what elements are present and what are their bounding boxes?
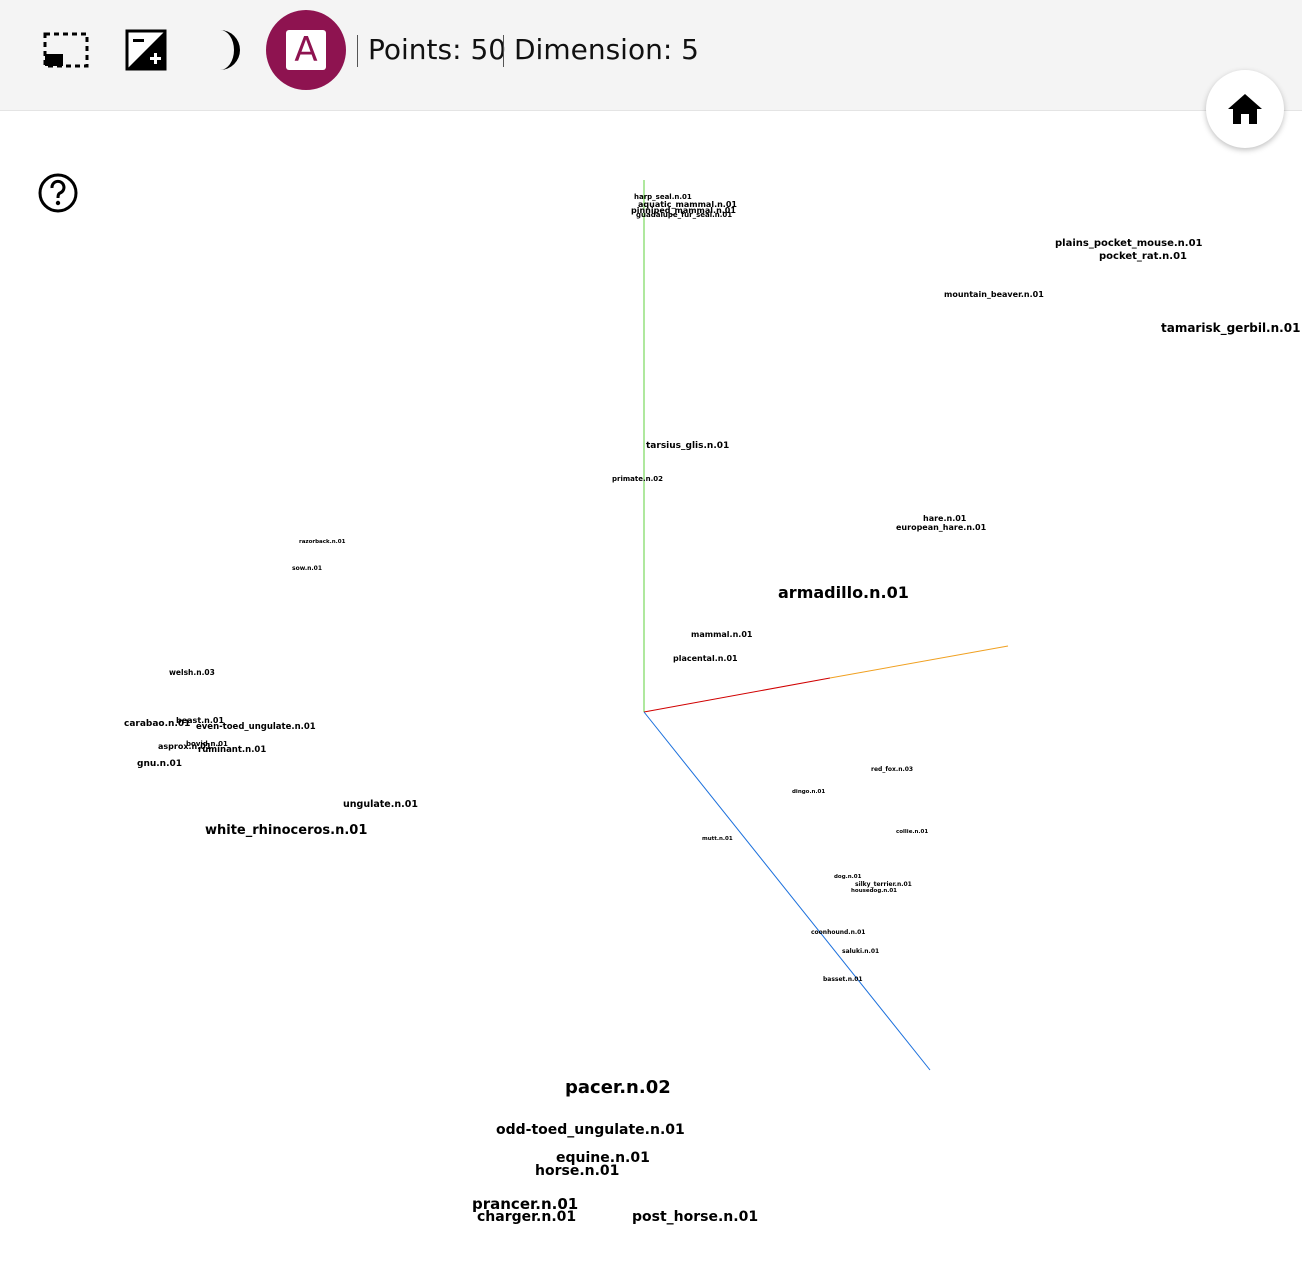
point-label[interactable]: pacer.n.02 <box>565 1077 671 1098</box>
point-label[interactable]: primate.n.02 <box>612 475 663 483</box>
point-label[interactable]: ruminant.n.01 <box>198 745 266 755</box>
point-label[interactable]: gnu.n.01 <box>137 759 182 769</box>
help-circle-icon <box>38 173 78 213</box>
point-label[interactable]: dog.n.01 <box>834 874 862 880</box>
point-label[interactable]: carabao.n.01 <box>124 719 190 729</box>
embedding-plot[interactable]: harp_seal.n.01aquatic_mammal.n.01pinnipe… <box>0 0 1302 1266</box>
point-label[interactable]: coonhound.n.01 <box>811 929 865 936</box>
point-label[interactable]: plains_pocket_mouse.n.01 <box>1055 238 1203 249</box>
home-icon <box>1228 94 1262 124</box>
point-label[interactable]: placental.n.01 <box>673 654 738 663</box>
home-button[interactable] <box>1206 70 1284 148</box>
point-label[interactable]: razorback.n.01 <box>299 539 346 545</box>
point-label[interactable]: hare.n.01 <box>923 514 967 523</box>
point-label[interactable]: collie.n.01 <box>896 829 928 835</box>
x-axis-line-far <box>829 645 1009 679</box>
point-label[interactable]: mountain_beaver.n.01 <box>944 290 1044 299</box>
point-label[interactable]: guadalupe_fur_seal.n.01 <box>636 211 732 219</box>
point-label[interactable]: tarsius_glis.n.01 <box>646 441 729 451</box>
point-label[interactable]: european_hare.n.01 <box>896 523 987 532</box>
point-label[interactable]: even-toed_ungulate.n.01 <box>196 722 316 732</box>
help-button[interactable] <box>36 171 80 215</box>
point-label[interactable]: charger.n.01 <box>477 1209 576 1225</box>
point-label[interactable]: saluki.n.01 <box>842 948 879 955</box>
point-label[interactable]: ungulate.n.01 <box>343 799 418 810</box>
point-label[interactable]: odd-toed_ungulate.n.01 <box>496 1122 685 1138</box>
point-label[interactable]: post_horse.n.01 <box>632 1209 758 1225</box>
point-label[interactable]: horse.n.01 <box>535 1163 619 1179</box>
point-label[interactable]: mutt.n.01 <box>702 836 733 842</box>
point-label[interactable]: armadillo.n.01 <box>778 583 909 602</box>
point-label[interactable]: red_fox.n.03 <box>871 766 913 773</box>
point-label[interactable]: pocket_rat.n.01 <box>1099 251 1187 262</box>
point-label[interactable]: tamarisk_gerbil.n.01 <box>1161 321 1300 336</box>
point-label[interactable]: mammal.n.01 <box>691 630 753 639</box>
point-label[interactable]: sow.n.01 <box>292 565 322 572</box>
x-axis-line <box>643 677 831 713</box>
point-labels: harp_seal.n.01aquatic_mammal.n.01pinnipe… <box>124 193 1300 1225</box>
point-label[interactable]: white_rhinoceros.n.01 <box>205 823 367 838</box>
point-label[interactable]: welsh.n.03 <box>169 668 215 677</box>
point-label[interactable]: dingo.n.01 <box>792 789 825 795</box>
point-label[interactable]: basset.n.01 <box>823 976 863 983</box>
point-label[interactable]: housedog.n.01 <box>851 888 897 894</box>
point-label[interactable]: silky_terrier.n.01 <box>855 881 912 888</box>
